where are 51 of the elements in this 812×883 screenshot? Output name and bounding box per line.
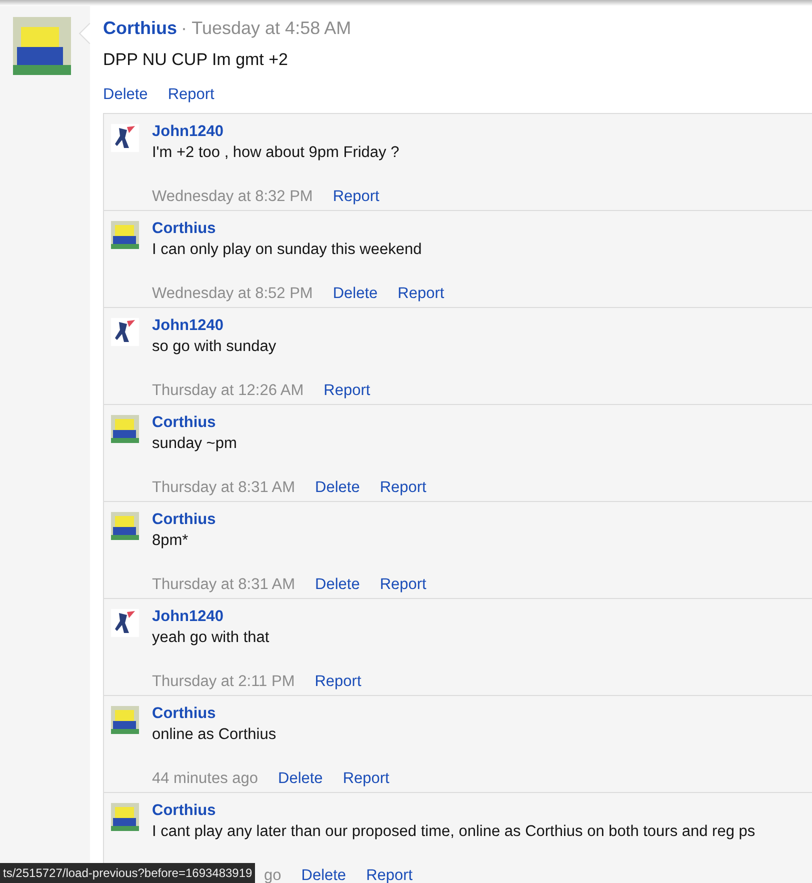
avatar xyxy=(111,609,139,637)
action-link[interactable]: Report xyxy=(324,382,370,400)
avatar xyxy=(111,415,139,443)
action-link[interactable]: Delete xyxy=(332,285,378,303)
author-link[interactable]: John1240 xyxy=(152,608,224,626)
action-link[interactable]: Delete xyxy=(315,479,360,497)
avatar xyxy=(111,706,139,734)
author-link[interactable]: Corthius xyxy=(152,511,216,529)
avatar xyxy=(111,124,139,152)
author-link[interactable]: Corthius xyxy=(152,802,216,820)
post-time: · Tuesday at 4:58 AM xyxy=(181,18,352,38)
status-tooltip: ts/2515727/load-previous?before=1693483919 xyxy=(0,863,256,883)
reply-message: I can only play on sunday this weekend xyxy=(152,241,423,259)
reply-time: 44 minutes ago xyxy=(152,770,258,788)
action-link[interactable]: Report xyxy=(380,479,426,497)
post-message: DPP NU CUP Im gmt +2 xyxy=(103,50,290,70)
avatar xyxy=(111,318,139,346)
reply-time: Wednesday at 8:52 PM xyxy=(152,285,313,303)
action-link[interactable]: Delete xyxy=(278,770,323,788)
action-link[interactable]: Report xyxy=(342,770,390,788)
author-link[interactable]: John1240 xyxy=(152,317,224,335)
author-link[interactable]: Corthius xyxy=(152,705,216,723)
action-link[interactable]: Report xyxy=(314,673,362,691)
reply-message: I'm +2 too , how about 9pm Friday ? xyxy=(152,144,400,162)
reply-message: online as Corthius xyxy=(152,726,278,744)
reply-message: so go with sunday xyxy=(152,338,278,356)
action-link[interactable]: Report xyxy=(380,576,426,594)
action-link[interactable]: Report xyxy=(332,188,380,206)
avatar xyxy=(111,221,139,249)
avatar xyxy=(13,17,71,75)
action-link[interactable]: Delete xyxy=(315,576,360,594)
reply-message: yeah go with that xyxy=(152,629,270,647)
reply-time: Thursday at 8:31 AM xyxy=(152,479,296,497)
author-link[interactable]: Corthius xyxy=(103,18,177,38)
action-link[interactable]: Delete xyxy=(103,86,148,104)
avatar xyxy=(111,512,139,540)
reply-time: Thursday at 2:11 PM xyxy=(152,673,295,691)
reply-time: Wednesday at 8:32 PM xyxy=(152,188,313,206)
author-link[interactable]: John1240 xyxy=(152,123,224,141)
action-link[interactable]: Report xyxy=(366,867,413,883)
reply-message: 8pm* xyxy=(152,532,190,550)
reply-message: I cant play any later than our proposed time, online as Corthius on both tours and reg ps xyxy=(152,823,756,841)
avatar xyxy=(111,803,139,831)
author-link[interactable]: Corthius xyxy=(152,220,216,238)
action-link[interactable]: Report xyxy=(168,86,214,104)
action-link[interactable]: Delete xyxy=(301,867,346,883)
author-link[interactable]: Corthius xyxy=(152,414,216,432)
reply-time: Thursday at 12:26 AM xyxy=(152,382,304,400)
reply-time: Thursday at 8:31 AM xyxy=(152,576,296,594)
reply-message: sunday ~pm xyxy=(152,435,238,453)
action-link[interactable]: Report xyxy=(398,285,444,303)
